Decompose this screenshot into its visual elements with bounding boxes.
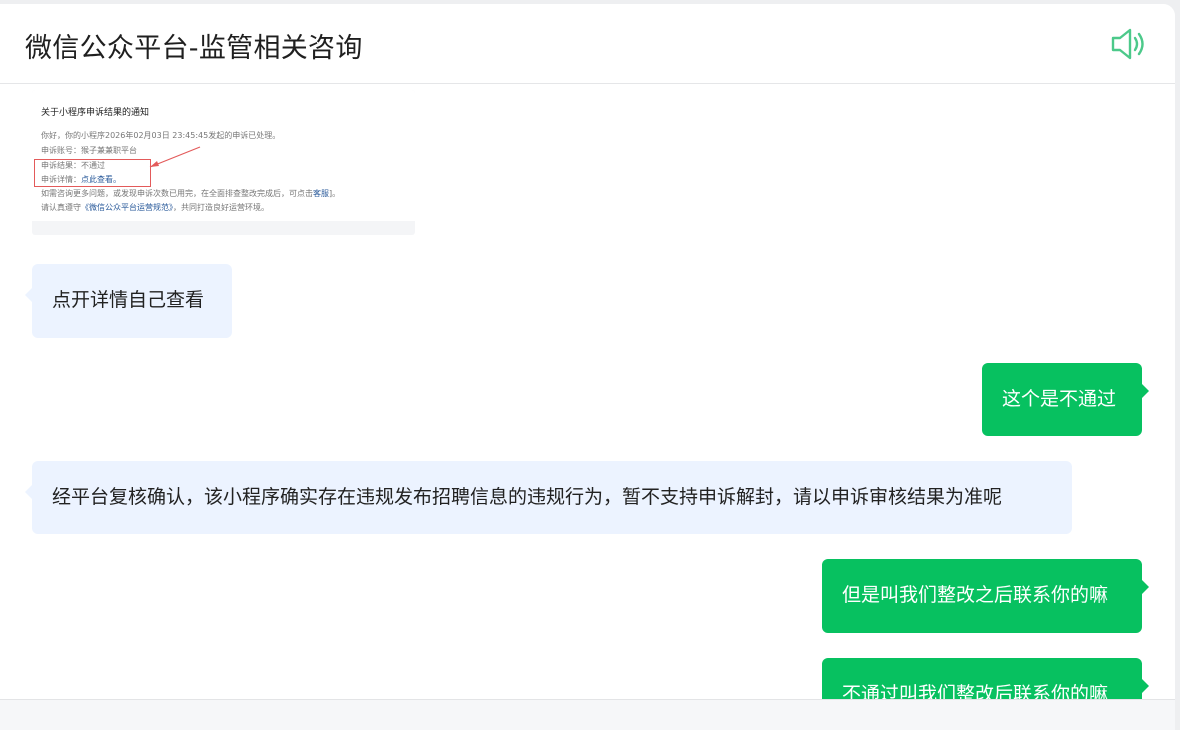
notice-rules-link: 《微信公众平台运营规范》 [81, 203, 173, 212]
notice-screenshot-image[interactable]: 关于小程序申诉结果的通知 你好，你的小程序2026年02月03日 23:45:4… [32, 90, 415, 235]
notice-paper: 关于小程序申诉结果的通知 你好，你的小程序2026年02月03日 23:45:4… [32, 90, 415, 221]
message-text: 经平台复核确认，该小程序确实存在违规发布招聘信息的违规行为，暂不支持申诉解封，请… [52, 486, 1003, 508]
notice-text: ]。 [329, 189, 341, 198]
speaker-volume-icon[interactable] [1110, 26, 1150, 62]
notice-text: 请认真遵守 [41, 203, 81, 212]
message-text: 这个是不通过 [1002, 388, 1117, 410]
page-title: 微信公众平台-监管相关咨询 [25, 33, 363, 64]
chat-window: 微信公众平台-监管相关咨询 关于小程序申诉结果的通知 你好，你的小程序2026年… [0, 4, 1175, 730]
user-message-bubble: 这个是不通过 [982, 363, 1149, 436]
notice-line: 请认真遵守《微信公众平台运营规范》，共同打造良好运营环境。 [41, 202, 269, 213]
agent-message-bubble: 点开详情自己查看 [25, 264, 232, 338]
message-text: 不通过叫我们整改后联系你的嘛 [842, 683, 1109, 699]
message-list[interactable]: 关于小程序申诉结果的通知 你好，你的小程序2026年02月03日 23:45:4… [0, 84, 1175, 699]
notice-text: ，共同打造良好运营环境。 [173, 203, 269, 212]
annotation-arrow-icon [149, 146, 201, 168]
highlight-box [34, 159, 151, 187]
notice-line: 如需咨询更多问题，或发现申诉次数已用完，在全面排查整改完成后，可点击客服]。 [41, 188, 340, 199]
notice-line: 申诉账号：猴子兼兼职平台 [41, 146, 137, 155]
message-text: 但是叫我们整改之后联系你的嘛 [842, 584, 1109, 606]
notice-service-link: 客服 [313, 189, 329, 198]
user-message-bubble: 不通过叫我们整改后联系你的嘛 [822, 658, 1149, 699]
notice-text: 如需咨询更多问题，或发现申诉次数已用完，在全面排查整改完成后，可点击 [41, 189, 313, 198]
chat-header: 微信公众平台-监管相关咨询 [0, 4, 1175, 84]
notice-title: 关于小程序申诉结果的通知 [41, 108, 150, 118]
user-message-bubble: 但是叫我们整改之后联系你的嘛 [822, 559, 1149, 633]
input-area[interactable] [0, 699, 1175, 730]
message-text: 点开详情自己查看 [52, 289, 205, 311]
agent-message-bubble: 经平台复核确认，该小程序确实存在违规发布招聘信息的违规行为，暂不支持申诉解封，请… [25, 461, 1072, 534]
